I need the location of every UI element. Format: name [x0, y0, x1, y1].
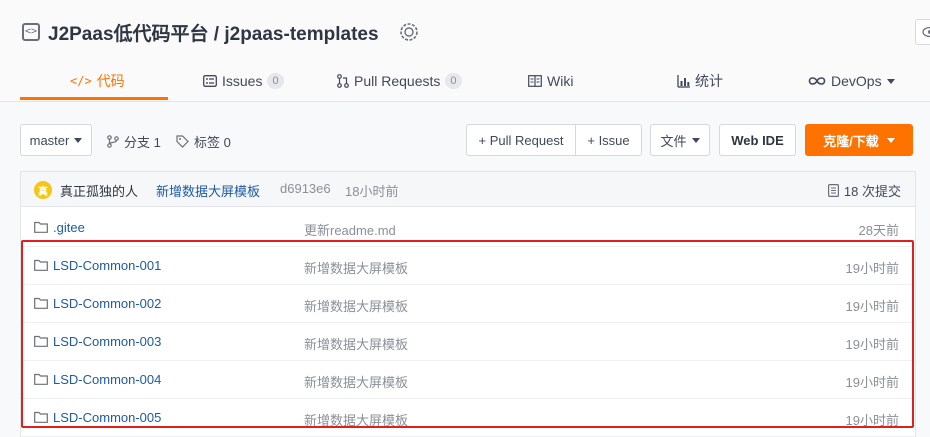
new-issue-button[interactable]: + Issue: [575, 124, 642, 156]
tab-code-label: 代码: [96, 73, 125, 89]
file-row[interactable]: LSD-Common-004 新增数据大屏模板 19小时前: [21, 361, 915, 399]
tab-pull-requests[interactable]: Pull Requests 0: [337, 62, 462, 100]
commit-count-link[interactable]: 18 次提交: [827, 181, 901, 200]
issues-icon: [203, 75, 217, 87]
clone-download-button[interactable]: 克隆/下载: [805, 124, 913, 156]
tab-issues[interactable]: Issues 0: [203, 62, 284, 100]
file-commit-time: 19小时前: [845, 375, 899, 390]
file-row[interactable]: LSD-Common-001 新增数据大屏模板 19小时前: [21, 247, 915, 285]
file-name[interactable]: LSD-Common-001: [53, 258, 161, 273]
folder-icon: [34, 335, 48, 347]
latest-commit-bar: 真 真正孤独的人 新增数据大屏模板 d6913e6 18小时前 18 次提交: [21, 172, 915, 207]
tab-wiki-label: Wiki: [547, 73, 574, 89]
folder-icon: [34, 411, 48, 423]
code-icon: </>: [70, 74, 92, 88]
tab-pull-requests-label: Pull Requests: [354, 73, 441, 89]
tab-stats-label: 统计: [695, 73, 723, 89]
file-commit-time: 19小时前: [845, 337, 899, 352]
file-commit-message[interactable]: 新增数据大屏模板: [304, 296, 408, 315]
pull-request-icon: [337, 74, 349, 88]
avatar[interactable]: 真: [34, 181, 52, 199]
file-commit-message[interactable]: 更新readme.md: [304, 220, 396, 239]
folder-icon: [34, 259, 48, 271]
tags-link[interactable]: 标签 0: [176, 132, 231, 151]
tab-devops-label: DevOps: [831, 73, 882, 89]
code-repo-icon: <>: [22, 23, 40, 41]
chevron-down-icon: [886, 137, 895, 143]
chevron-down-icon: [74, 137, 83, 143]
wiki-book-icon: [528, 75, 542, 87]
branches-link[interactable]: 分支 1: [107, 132, 161, 151]
document-icon: [827, 184, 839, 197]
file-commit-time: 28天前: [858, 223, 899, 238]
clone-download-label: 克隆/下载: [823, 133, 879, 149]
chevron-down-icon: [886, 78, 895, 84]
issues-count: 0: [267, 73, 284, 89]
file-menu-label: 文件: [660, 133, 687, 149]
file-row[interactable]: .gitee 更新readme.md 28天前: [21, 209, 915, 247]
chevron-down-icon: [691, 137, 700, 143]
commit-message[interactable]: 新增数据大屏模板: [156, 181, 260, 200]
tags-label: 标签 0: [194, 135, 231, 150]
commit-time: 18小时前: [345, 184, 399, 199]
file-commit-time: 19小时前: [845, 261, 899, 276]
folder-icon: [34, 297, 48, 309]
file-row[interactable]: LSD-Common-003 新增数据大屏模板 19小时前: [21, 323, 915, 361]
tab-issues-label: Issues: [222, 73, 263, 89]
file-commit-time: 19小时前: [845, 299, 899, 314]
file-name[interactable]: .gitee: [53, 220, 85, 235]
branch-select[interactable]: master: [20, 124, 92, 156]
tag-icon: [176, 135, 189, 148]
repo-header: <> J2Paas低代码平台 / j2paas-templates </> 代码…: [0, 0, 930, 102]
file-commit-message[interactable]: 新增数据大屏模板: [304, 258, 408, 277]
file-commit-message[interactable]: 新增数据大屏模板: [304, 410, 408, 429]
commit-count-label: 18 次提交: [843, 184, 901, 199]
eye-icon: [922, 26, 930, 38]
commit-hash[interactable]: d6913e6: [280, 181, 331, 196]
file-name[interactable]: LSD-Common-002: [53, 296, 161, 311]
branch-icon: [107, 135, 119, 148]
file-commit-message[interactable]: 新增数据大屏模板: [304, 372, 408, 391]
file-commit-time: 19小时前: [845, 413, 899, 428]
file-row[interactable]: LSD-Common-002 新增数据大屏模板 19小时前: [21, 285, 915, 323]
pull-requests-count: 0: [445, 73, 462, 89]
tab-stats[interactable]: 统计: [677, 62, 723, 100]
branch-select-label: master: [29, 132, 70, 148]
web-ide-button[interactable]: Web IDE: [719, 124, 796, 156]
repo-title-bar: <> J2Paas低代码平台 / j2paas-templates: [22, 18, 419, 46]
bar-chart-icon: [677, 74, 690, 88]
tab-code[interactable]: </> 代码: [70, 62, 125, 100]
infinity-icon: [808, 77, 826, 85]
file-commit-message[interactable]: 新增数据大屏模板: [304, 334, 408, 353]
file-list: 真 真正孤独的人 新增数据大屏模板 d6913e6 18小时前 18 次提交 .…: [20, 171, 916, 437]
folder-icon: [34, 221, 48, 233]
repo-tabs: </> 代码 Issues 0 Pull Requests 0 Wiki 统计 …: [0, 62, 930, 101]
file-name[interactable]: LSD-Common-004: [53, 372, 161, 387]
commit-author[interactable]: 真正孤独的人: [60, 181, 138, 200]
branches-label: 分支 1: [124, 135, 161, 150]
active-tab-indicator: [20, 97, 168, 100]
file-name[interactable]: LSD-Common-003: [53, 334, 161, 349]
repo-name[interactable]: J2Paas低代码平台 / j2paas-templates: [48, 19, 379, 46]
watch-button[interactable]: [915, 19, 930, 45]
file-name[interactable]: LSD-Common-005: [53, 410, 161, 425]
new-pull-request-button[interactable]: + Pull Request: [466, 124, 576, 156]
tab-devops[interactable]: DevOps: [808, 62, 895, 100]
file-menu-button[interactable]: 文件: [650, 124, 710, 156]
tab-wiki[interactable]: Wiki: [528, 62, 573, 100]
verified-badge-icon: [399, 23, 418, 41]
file-row[interactable]: LSD-Common-005 新增数据大屏模板 19小时前: [21, 399, 915, 437]
folder-icon: [34, 373, 48, 385]
